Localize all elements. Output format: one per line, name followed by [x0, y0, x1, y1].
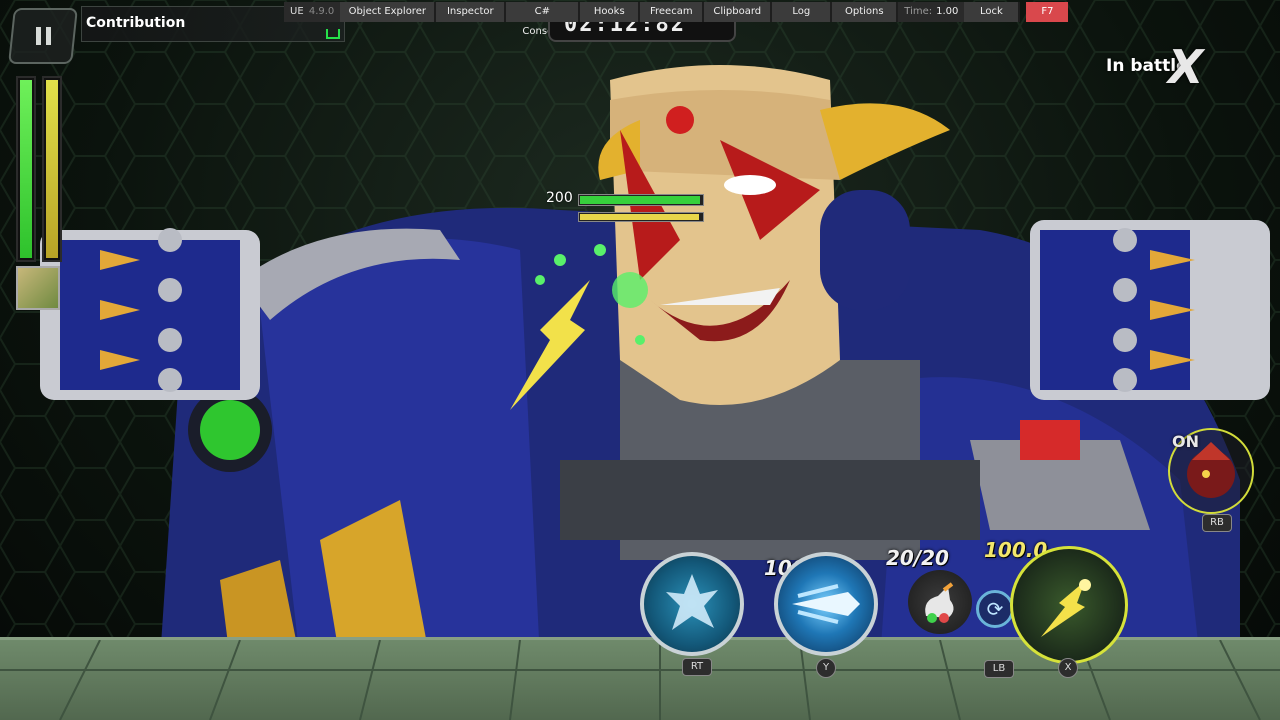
log-button[interactable]: Log — [772, 2, 833, 22]
enemy-hp-value: 200 — [546, 190, 573, 206]
rt-key-badge: RT — [682, 658, 712, 676]
special-skill-rt-button[interactable] — [640, 552, 744, 656]
f7-toggle-button[interactable]: F7 — [1026, 2, 1069, 22]
time-scale-label: Time: — [904, 6, 933, 17]
sub-weapon-icon — [925, 582, 954, 623]
enemy-hp-fill — [580, 196, 701, 204]
pause-button[interactable] — [8, 8, 78, 64]
lb-key-badge: LB — [984, 660, 1014, 678]
x-key-badge: X — [1058, 658, 1078, 678]
time-scale[interactable]: Time: 1.00 — [898, 2, 965, 22]
enemy-hp-display: 200 — [546, 190, 706, 226]
player-energy-bar — [42, 76, 62, 262]
hooks-button[interactable]: Hooks — [580, 2, 641, 22]
time-scale-value: 1.00 — [936, 6, 959, 17]
player-portrait — [16, 266, 60, 310]
enemy-break-bar — [578, 212, 704, 222]
battle-timer: 02:12:82 — [548, 22, 736, 42]
object-explorer-button[interactable]: Object Explorer — [340, 2, 437, 22]
sub-weapon-button[interactable] — [908, 570, 972, 634]
player-attack-effect — [510, 244, 648, 410]
options-button[interactable]: Options — [832, 2, 899, 22]
in-battle-indicator: In battle X — [1104, 40, 1224, 94]
dash-blast-icon — [792, 584, 860, 624]
lock-button[interactable]: Lock — [964, 2, 1021, 22]
attack-x-button[interactable] — [1010, 546, 1128, 664]
timer-text: 02:12:82 — [564, 22, 686, 37]
player-energy-fill — [46, 80, 58, 258]
saber-slash-icon — [1041, 579, 1091, 637]
pause-icon — [35, 27, 51, 45]
ue-version-number: 4.9.0 — [308, 6, 335, 17]
ue-label: UE — [290, 6, 304, 17]
freecam-button[interactable]: Freecam — [640, 2, 705, 22]
dash-skill-y-button[interactable] — [774, 552, 878, 656]
player-hp-fill — [20, 80, 32, 258]
partner-on-label: ON — [1172, 432, 1199, 451]
sub-weapon-ammo: 20/20 — [886, 546, 949, 570]
player-hp-bar — [16, 76, 36, 262]
inspector-button[interactable]: Inspector — [436, 2, 507, 22]
ue-version: UE 4.9.0 — [284, 2, 341, 22]
x-logo-icon: X — [1168, 40, 1204, 94]
csharp-console-button[interactable]: C# Console — [506, 2, 581, 37]
y-key-badge: Y — [816, 658, 836, 678]
clipboard-button[interactable]: Clipboard — [704, 2, 773, 22]
burst-skill-icon — [666, 574, 718, 630]
rb-key-badge: RB — [1202, 514, 1232, 532]
enemy-hp-bar — [578, 194, 704, 206]
contribution-label: Contribution — [86, 15, 186, 31]
contribution-meter-icon — [326, 29, 340, 39]
enemy-break-fill — [580, 214, 700, 220]
weapon-swap-icon[interactable]: ⟳ — [976, 590, 1014, 628]
mod-toolbar: UE 4.9.0 Object Explorer Inspector C# Co… — [284, 2, 1069, 37]
